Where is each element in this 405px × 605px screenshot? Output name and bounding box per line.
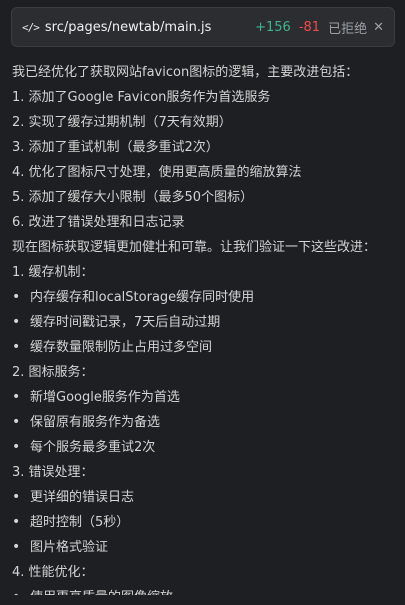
- bullet-text: 超时控制（5秒）: [30, 515, 130, 530]
- list-item: • 图片格式验证: [12, 535, 397, 560]
- code-icon: </>: [22, 20, 40, 34]
- bullet-text: 保留原有服务作为备选: [30, 415, 161, 430]
- intro-text: 我已经优化了获取网站favicon图标的逻辑，主要改进包括：: [12, 65, 359, 80]
- list-item: • 缓存时间戳记录，7天后自动过期: [12, 310, 397, 335]
- bullet-icon: •: [12, 489, 21, 505]
- bullet-text: 内存缓存和localStorage缓存同时使用: [30, 290, 255, 305]
- lines-removed: -81: [298, 19, 321, 35]
- bullet-icon: •: [12, 539, 21, 555]
- bullet-text: 新增Google服务作为首选: [30, 390, 180, 405]
- verify-text: 现在图标获取逻辑更加健壮和可靠。让我们验证一下这些改进：: [12, 240, 377, 255]
- section-title: 4. 性能优化：: [12, 565, 94, 580]
- bullet-text: 缓存时间戳记录，7天后自动过期: [30, 315, 221, 330]
- list-item: •使用更高质量的图像缩放: [12, 585, 397, 595]
- status-label: 已拒绝: [328, 21, 368, 37]
- bullet-text: 缓存数量限制防止占用过多空间: [30, 340, 213, 355]
- list-item: • 每个服务最多重试2次: [12, 435, 397, 460]
- list-item: • 新增Google服务作为首选: [12, 385, 397, 410]
- assistant-message: 我已经优化了获取网站favicon图标的逻辑，主要改进包括： 1. 添加了Goo…: [12, 60, 397, 595]
- list-item: • 保留原有服务作为备选: [12, 410, 397, 435]
- bullet-text: 图片格式验证: [30, 540, 109, 555]
- section-title: 2. 图标服务：: [12, 365, 94, 380]
- bullet-icon: •: [12, 414, 21, 430]
- section-title: 3. 错误处理：: [12, 465, 94, 480]
- bullet-icon: •: [12, 339, 21, 355]
- bullet-icon: •: [12, 289, 21, 305]
- file-change-chip[interactable]: </> src/pages/newtab/main.js +156 -81 已拒…: [11, 7, 395, 47]
- improvement-item: 4. 优化了图标尺寸处理，使用更高质量的缩放算法: [12, 165, 302, 180]
- bullet-text: 使用更高质量的图像缩放: [30, 585, 173, 595]
- bullet-text: 更详细的错误日志: [30, 490, 135, 505]
- bullet-icon: •: [12, 314, 21, 330]
- bullet-icon: •: [12, 389, 21, 405]
- close-icon[interactable]: ✕: [373, 20, 384, 35]
- bullet-icon: •: [12, 439, 21, 455]
- improvement-item: 6. 改进了错误处理和日志记录: [12, 215, 185, 230]
- improvement-item: 1. 添加了Google Favicon服务作为首选服务: [12, 90, 271, 105]
- bullet-text: 每个服务最多重试2次: [30, 440, 156, 455]
- improvement-item: 3. 添加了重试机制（最多重试2次）: [12, 140, 219, 155]
- bullet-icon: •: [12, 514, 21, 530]
- list-item: • 缓存数量限制防止占用过多空间: [12, 335, 397, 360]
- improvement-item: 5. 添加了缓存大小限制（最多50个图标）: [12, 190, 254, 205]
- file-path[interactable]: src/pages/newtab/main.js: [45, 20, 255, 35]
- section-title: 1. 缓存机制：: [12, 265, 94, 280]
- list-item: • 内存缓存和localStorage缓存同时使用: [12, 285, 397, 310]
- list-item: • 更详细的错误日志: [12, 485, 397, 510]
- list-item: • 超时控制（5秒）: [12, 510, 397, 535]
- improvement-item: 2. 实现了缓存过期机制（7天有效期）: [12, 115, 232, 130]
- bullet-icon: •: [12, 585, 30, 595]
- lines-added: +156: [255, 19, 291, 35]
